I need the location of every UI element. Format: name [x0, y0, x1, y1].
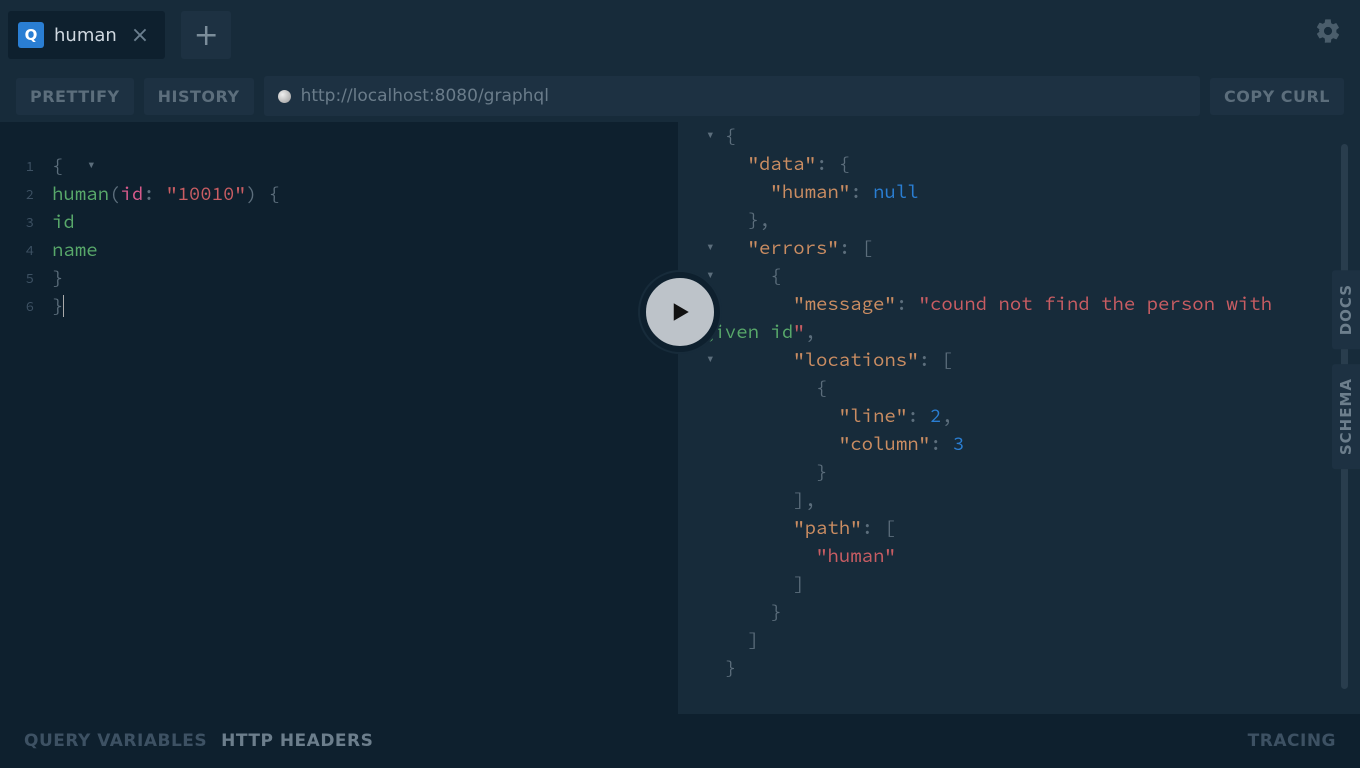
query-variables-tab[interactable]: QUERY VARIABLES [24, 731, 207, 751]
json-key: "human" [770, 180, 850, 204]
json-value: "human" [816, 544, 896, 568]
line-num: 4 [0, 236, 34, 264]
query-field: human [52, 182, 109, 206]
line-num: 5 [0, 264, 34, 292]
gear-icon[interactable] [1314, 17, 1352, 53]
json-key: "line" [839, 404, 907, 428]
tab-title: human [54, 25, 117, 46]
json-value: 3 [953, 432, 964, 456]
endpoint-url: http://localhost:8080/graphql [301, 86, 549, 106]
toolbar: PRETTIFY HISTORY http://localhost:8080/g… [0, 70, 1360, 122]
json-value: "cound not find the person with [919, 292, 1284, 316]
play-icon [665, 297, 695, 327]
line-num: 3 [0, 208, 34, 236]
prettify-button[interactable]: PRETTIFY [16, 78, 134, 115]
query-selection: name [52, 238, 98, 262]
query-badge-icon: Q [18, 22, 44, 48]
tracing-tab[interactable]: TRACING [1248, 731, 1336, 751]
response-viewer: ▼ { "data": { "human": null }, ▼ "errors… [678, 122, 1360, 714]
cursor-icon [63, 295, 64, 317]
line-gutter: 1 2 3 4 5 6 [0, 152, 38, 320]
schema-tab[interactable]: SCHEMA [1332, 364, 1360, 469]
footer-bar: QUERY VARIABLES HTTP HEADERS TRACING [0, 714, 1360, 768]
chevron-down-icon[interactable]: ▼ [88, 152, 95, 180]
side-tabs: DOCS SCHEMA [1332, 270, 1360, 469]
line-num: 2 [0, 180, 34, 208]
line-num: 6 [0, 292, 34, 320]
json-value: " [793, 320, 804, 344]
line-num: 1 [0, 152, 34, 180]
code-content: ▼{ human(id: "10010") { id name } } [0, 152, 678, 320]
query-selection: id [52, 210, 75, 234]
docs-tab[interactable]: DOCS [1332, 270, 1360, 349]
json-value: 2 [930, 404, 941, 428]
add-tab-button[interactable]: + [181, 11, 231, 59]
query-editor[interactable]: 1 2 3 4 5 6 ▼{ human(id: "10010") { id n… [0, 122, 678, 714]
history-button[interactable]: HISTORY [144, 78, 254, 115]
run-query-button[interactable] [640, 272, 720, 352]
json-key: "locations" [793, 348, 918, 372]
status-indicator-icon [278, 90, 291, 103]
chevron-down-icon[interactable]: ▼ [707, 122, 714, 150]
json-value: id [770, 320, 793, 344]
main-panel: 1 2 3 4 5 6 ▼{ human(id: "10010") { id n… [0, 122, 1360, 714]
chevron-down-icon[interactable]: ▼ [707, 234, 714, 262]
copy-curl-button[interactable]: COPY CURL [1210, 78, 1344, 115]
query-arg: id [120, 182, 143, 206]
tab-active[interactable]: Q human × [8, 11, 165, 59]
json-key: "errors" [748, 236, 839, 260]
http-headers-tab[interactable]: HTTP HEADERS [221, 731, 373, 751]
json-key: "message" [793, 292, 896, 316]
close-icon[interactable]: × [127, 23, 153, 48]
json-value: null [873, 180, 919, 204]
chevron-down-icon[interactable]: ▼ [707, 346, 714, 374]
query-arg-value: "10010" [166, 182, 246, 206]
endpoint-input[interactable]: http://localhost:8080/graphql [264, 76, 1200, 116]
json-key: "path" [793, 516, 861, 540]
json-key: "data" [748, 152, 816, 176]
tab-bar: Q human × + [0, 0, 1360, 70]
json-key: "column" [839, 432, 930, 456]
